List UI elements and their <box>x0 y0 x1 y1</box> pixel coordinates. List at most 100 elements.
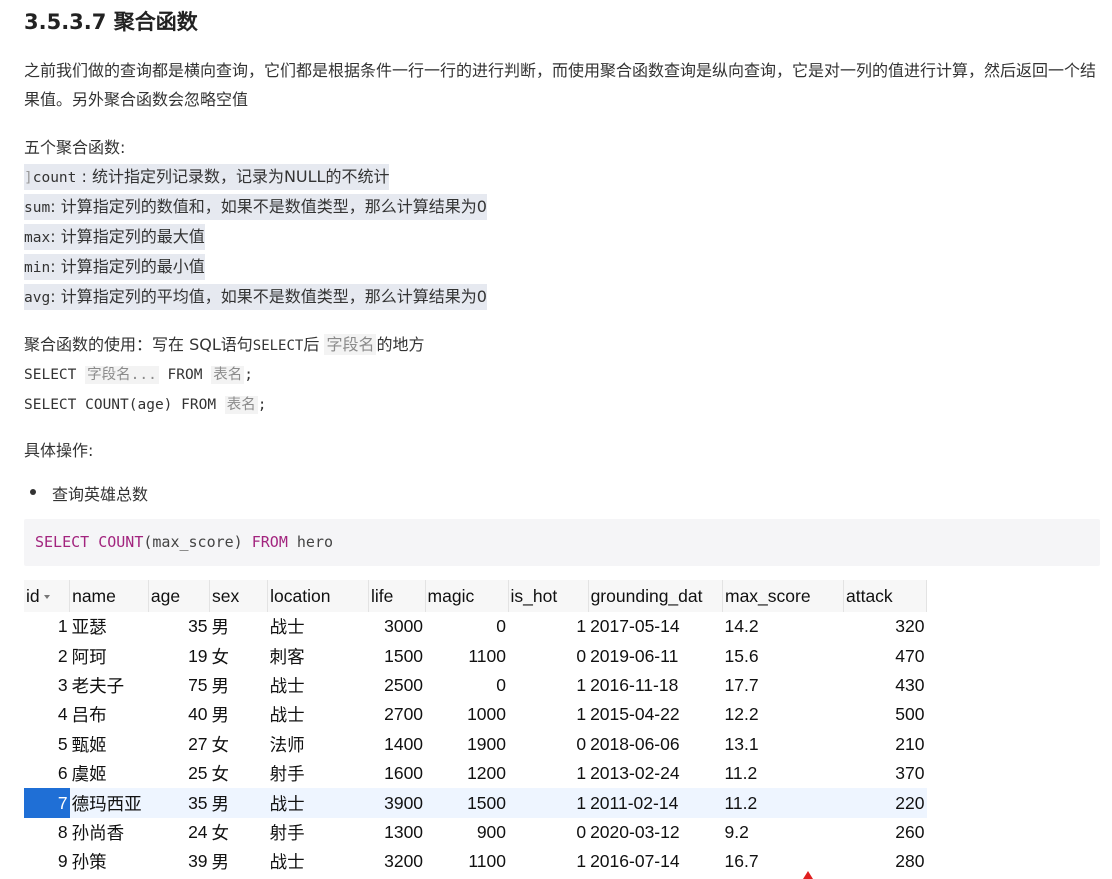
sort-down-icon[interactable] <box>43 594 50 599</box>
table-row[interactable]: 1 亚瑟 35 男战士 3000 0 1 2017-05-14 14.2 320 <box>24 612 927 641</box>
column-header-grounding-date[interactable]: grounding_dat <box>588 580 724 612</box>
table-cell-grounding-dat[interactable]: 2016-07-14 <box>588 847 722 876</box>
table-cell-is-hot[interactable]: 0 <box>508 818 588 847</box>
table-cell-id[interactable]: 1 <box>24 612 70 641</box>
table-cell-life[interactable]: 3200 <box>369 847 426 876</box>
table-cell-attack[interactable]: 220 <box>843 788 927 818</box>
table-cell-grounding-dat[interactable]: 2019-06-11 <box>588 641 722 670</box>
table-cell-grounding-dat[interactable]: 2013-02-24 <box>588 759 722 788</box>
table-cell-age[interactable]: 27 <box>148 730 209 759</box>
table-cell-location[interactable]: 战士 <box>268 612 369 641</box>
table-cell-is-hot[interactable]: 1 <box>508 700 588 729</box>
table-cell-id[interactable]: 4 <box>24 700 70 729</box>
table-cell-id[interactable]: 3 <box>24 671 70 700</box>
table-cell-life[interactable]: 2500 <box>369 671 426 700</box>
table-cell-life[interactable]: 2700 <box>369 700 426 729</box>
table-cell-is-hot[interactable]: 0 <box>508 641 588 670</box>
table-cell-name[interactable]: 虞姬 <box>70 759 149 788</box>
table-cell-max-score[interactable]: 12.2 <box>723 700 844 729</box>
table-cell-grounding-dat[interactable]: 2015-04-22 <box>588 700 722 729</box>
table-cell-attack[interactable]: 430 <box>843 671 926 700</box>
table-cell-age[interactable]: 40 <box>148 700 209 729</box>
table-cell-name[interactable]: 孙尚香 <box>70 818 149 847</box>
table-cell-life[interactable]: 3000 <box>369 612 426 641</box>
column-header-attack[interactable]: attack <box>843 580 928 612</box>
table-cell-attack[interactable]: 470 <box>843 641 926 670</box>
table-cell-sex[interactable]: 女 <box>210 641 268 670</box>
table-cell-name[interactable]: 德玛西亚 <box>69 788 149 818</box>
table-cell-magic[interactable]: 900 <box>425 818 508 847</box>
table-cell-location[interactable]: 战士 <box>268 671 369 700</box>
table-cell-life[interactable]: 3900 <box>368 788 426 818</box>
table-cell-location[interactable]: 战士 <box>268 847 369 876</box>
column-header-max-score[interactable]: max_score <box>722 580 844 612</box>
table-cell-id[interactable]: 6 <box>24 759 70 788</box>
column-header-life[interactable]: life <box>368 580 426 612</box>
table-cell-name[interactable]: 阿珂 <box>70 641 149 670</box>
table-cell-is-hot[interactable]: 1 <box>508 847 588 876</box>
table-row[interactable]: 8 孙尚香 24 女射手 1300 900 0 2020-03-12 9.2 260 <box>24 818 927 847</box>
column-header-sex[interactable]: sex <box>209 580 269 612</box>
table-cell-grounding-dat[interactable]: 2016-11-18 <box>588 671 722 700</box>
column-header-location[interactable]: location <box>267 580 369 612</box>
table-cell-life[interactable]: 1400 <box>369 730 426 759</box>
table-cell-is-hot[interactable]: 0 <box>508 730 588 759</box>
table-cell-max-score[interactable]: 17.7 <box>723 671 844 700</box>
table-cell-sex[interactable]: 男 <box>210 671 268 700</box>
table-cell-sex[interactable]: 男 <box>209 788 268 818</box>
table-cell-attack[interactable]: 370 <box>843 759 926 788</box>
table-cell-age[interactable]: 19 <box>148 641 209 670</box>
table-cell-id[interactable]: 9 <box>24 847 70 876</box>
table-cell-location[interactable]: 射手 <box>268 818 369 847</box>
table-cell-sex[interactable]: 女 <box>210 759 268 788</box>
table-cell-name[interactable]: 吕布 <box>70 700 149 729</box>
table-row[interactable]: 4 吕布 40 男战士 2700 1000 1 2015-04-22 12.2 500 <box>24 700 927 729</box>
table-cell-grounding-dat[interactable]: 2020-03-12 <box>588 818 722 847</box>
table-cell-magic[interactable]: 1000 <box>425 700 508 729</box>
table-cell-age[interactable]: 75 <box>148 671 209 700</box>
column-header-magic[interactable]: magic <box>425 580 509 612</box>
table-cell-id[interactable]: 2 <box>24 641 70 670</box>
table-cell-attack[interactable]: 280 <box>843 847 926 876</box>
table-cell-is-hot[interactable]: 1 <box>508 759 588 788</box>
table-cell-attack[interactable]: 210 <box>843 730 926 759</box>
table-cell-max-score[interactable]: 15.6 <box>723 641 844 670</box>
table-cell-max-score[interactable]: 13.1 <box>723 730 844 759</box>
table-cell-max-score[interactable]: 11.2 <box>722 788 844 818</box>
table-cell-max-score[interactable]: 9.2 <box>723 818 844 847</box>
table-cell-location[interactable]: 射手 <box>268 759 369 788</box>
table-cell-magic[interactable]: 0 <box>425 671 508 700</box>
column-header-is-hot[interactable]: is_hot <box>508 580 589 612</box>
table-cell-name[interactable]: 亚瑟 <box>70 612 149 641</box>
table-cell-sex[interactable]: 女 <box>210 818 268 847</box>
table-cell-age[interactable]: 24 <box>148 818 209 847</box>
table-cell-is-hot[interactable]: 1 <box>508 788 589 818</box>
table-row[interactable]: 2 阿珂 19 女刺客 1500 1100 0 2019-06-11 15.6 470 <box>24 641 927 670</box>
table-cell-location[interactable]: 战士 <box>267 788 369 818</box>
table-cell-magic[interactable]: 0 <box>425 612 508 641</box>
table-cell-max-score[interactable]: 11.2 <box>723 759 844 788</box>
table-cell-sex[interactable]: 男 <box>210 847 268 876</box>
table-cell-attack[interactable]: 500 <box>843 700 926 729</box>
table-cell-magic[interactable]: 1900 <box>425 730 508 759</box>
result-grid[interactable]: id name age sex location life magic is_h… <box>24 580 928 877</box>
table-cell-location[interactable]: 战士 <box>268 700 369 729</box>
table-cell-magic[interactable]: 1500 <box>425 788 509 818</box>
table-cell-name[interactable]: 老夫子 <box>70 671 149 700</box>
table-cell-age[interactable]: 35 <box>148 788 210 818</box>
column-header-name[interactable]: name <box>69 580 149 612</box>
table-cell-is-hot[interactable]: 1 <box>508 612 588 641</box>
table-cell-grounding-dat[interactable]: 2011-02-14 <box>588 788 723 818</box>
table-cell-grounding-dat[interactable]: 2018-06-06 <box>588 730 722 759</box>
column-header-id[interactable]: id <box>24 580 71 612</box>
table-row[interactable]: 3 老夫子 75 男战士 2500 0 1 2016-11-18 17.7 430 <box>24 671 927 700</box>
table-cell-id[interactable]: 7 <box>24 788 70 818</box>
table-cell-attack[interactable]: 320 <box>843 612 926 641</box>
table-cell-magic[interactable]: 1200 <box>425 759 508 788</box>
table-cell-location[interactable]: 刺客 <box>268 641 369 670</box>
sql-code-block[interactable]: SELECT COUNT(max_score) FROM hero <box>24 519 1100 566</box>
table-cell-id[interactable]: 8 <box>24 818 70 847</box>
table-cell-is-hot[interactable]: 1 <box>508 671 588 700</box>
table-row[interactable]: 6 虞姬 25 女射手 1600 1200 1 2013-02-24 11.2 370 <box>24 759 927 788</box>
table-cell-attack[interactable]: 260 <box>843 818 926 847</box>
